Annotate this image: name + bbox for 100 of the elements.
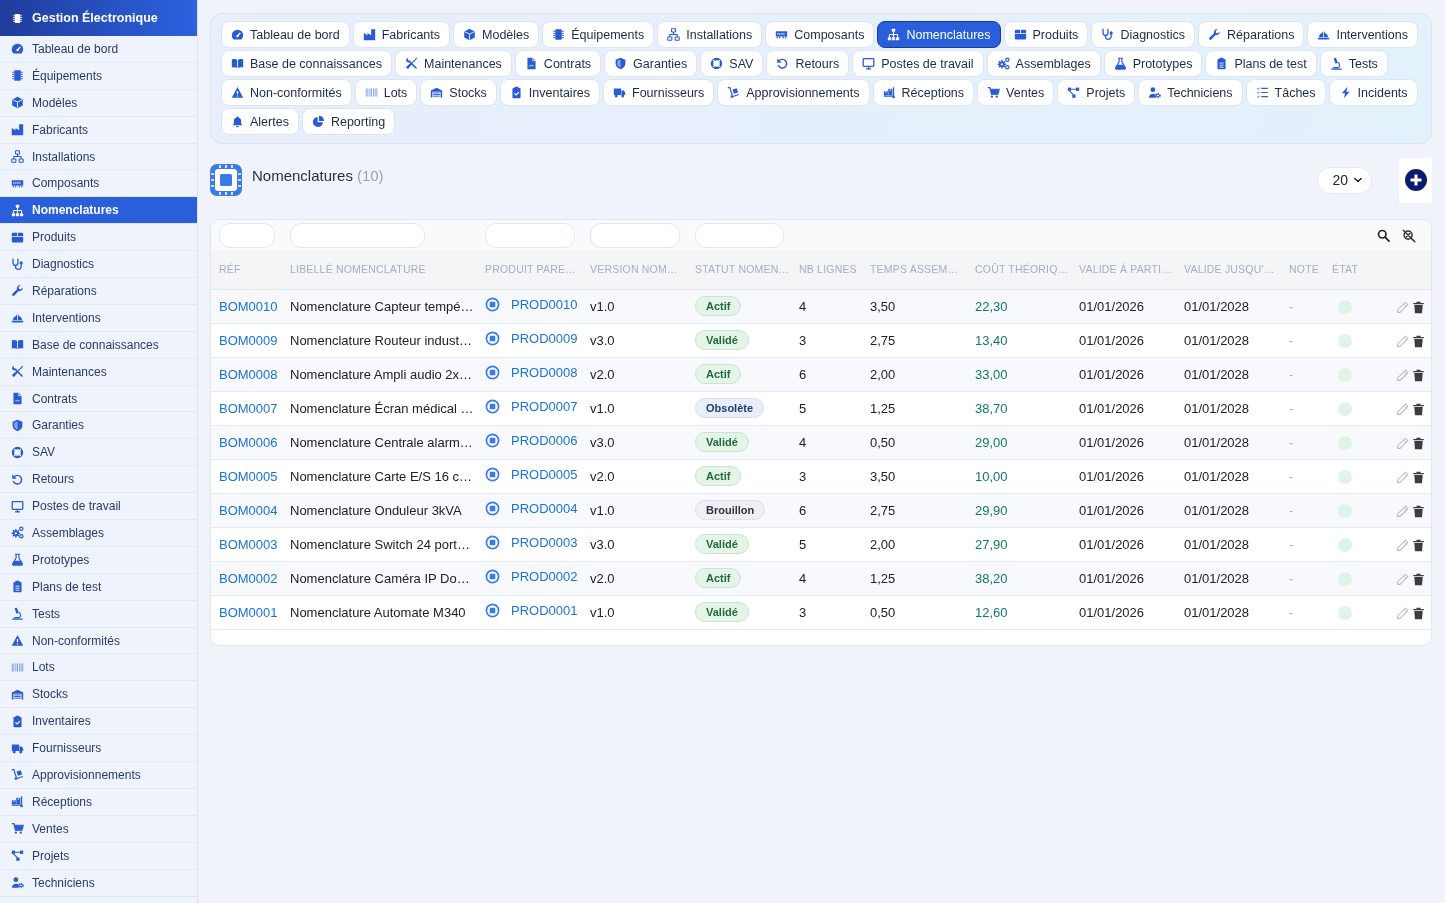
- sidebar-item[interactable]: Non-conformités: [0, 627, 197, 655]
- tab[interactable]: Réparations: [1198, 21, 1305, 48]
- sidebar-item[interactable]: Équipements: [0, 62, 197, 90]
- sidebar-item[interactable]: Diagnostics: [0, 251, 197, 278]
- tab[interactable]: Approvisionnements: [717, 79, 870, 106]
- sidebar-item[interactable]: Modèles: [0, 89, 197, 117]
- tab[interactable]: Reporting: [301, 108, 396, 135]
- trash-icon[interactable]: [1412, 606, 1425, 620]
- sidebar-item[interactable]: Nomenclatures: [0, 197, 197, 225]
- tab[interactable]: Prototypes: [1103, 50, 1203, 77]
- sidebar-item[interactable]: Tests: [0, 600, 197, 628]
- tab[interactable]: Alertes: [221, 108, 299, 135]
- sidebar-item[interactable]: Tableau de bord: [0, 36, 197, 63]
- tab[interactable]: Postes de travail: [852, 50, 984, 77]
- ref-link[interactable]: BOM0006: [219, 434, 278, 450]
- filter-input[interactable]: [219, 222, 275, 248]
- sidebar-item[interactable]: Postes de travail: [0, 493, 197, 521]
- sidebar-item[interactable]: Installations: [0, 143, 197, 171]
- tab[interactable]: Composants: [765, 21, 875, 48]
- tab[interactable]: Retours: [766, 50, 850, 77]
- sidebar-item[interactable]: SAV: [0, 439, 197, 467]
- sidebar-item[interactable]: Produits: [0, 224, 197, 252]
- sidebar-item[interactable]: Assemblages: [0, 520, 197, 547]
- tab[interactable]: Inventaires: [499, 79, 600, 106]
- tab[interactable]: Base de connaissances: [221, 50, 393, 77]
- tab[interactable]: Modèles: [453, 21, 540, 48]
- tab[interactable]: Maintenances: [395, 50, 512, 77]
- product-link[interactable]: PROD0005: [511, 467, 578, 482]
- tab[interactable]: Contrats: [514, 50, 602, 77]
- clear-search-icon[interactable]: [1402, 228, 1416, 243]
- tab[interactable]: Garanties: [604, 50, 698, 77]
- sidebar-item[interactable]: Projets: [0, 842, 197, 870]
- tab[interactable]: Équipements: [542, 21, 655, 48]
- tab[interactable]: Projets: [1057, 79, 1136, 106]
- tab[interactable]: Réceptions: [872, 79, 975, 106]
- sidebar-item[interactable]: Réparations: [0, 278, 197, 305]
- trash-icon[interactable]: [1412, 368, 1425, 382]
- ref-link[interactable]: BOM0004: [219, 502, 278, 518]
- tab[interactable]: Tableau de bord: [221, 21, 350, 48]
- sidebar-item[interactable]: Maintenances: [0, 358, 197, 386]
- filter-input[interactable]: [695, 222, 784, 248]
- tab[interactable]: Interventions: [1307, 21, 1418, 48]
- product-link[interactable]: PROD0010: [511, 297, 578, 312]
- page-size-select[interactable]: 20: [1317, 166, 1372, 194]
- trash-icon[interactable]: [1412, 572, 1425, 586]
- tab[interactable]: Non-conformités: [221, 79, 352, 106]
- sidebar-item[interactable]: Lots: [0, 654, 197, 682]
- tab[interactable]: Produits: [1003, 21, 1089, 48]
- product-link[interactable]: PROD0004: [511, 501, 578, 516]
- tab[interactable]: Techniciens: [1138, 79, 1243, 106]
- tab[interactable]: Nomenclatures: [877, 21, 1001, 48]
- tab[interactable]: Tâches: [1245, 79, 1326, 106]
- filter-input[interactable]: [290, 222, 425, 248]
- tab[interactable]: Fournisseurs: [603, 79, 715, 106]
- filter-input[interactable]: [590, 222, 680, 248]
- sidebar-item[interactable]: Plans de test: [0, 573, 197, 601]
- sidebar-item[interactable]: Approvisionnements: [0, 762, 197, 789]
- product-link[interactable]: PROD0009: [511, 331, 578, 346]
- sidebar-item[interactable]: Ventes: [0, 815, 197, 843]
- ref-link[interactable]: BOM0005: [219, 468, 278, 484]
- trash-icon[interactable]: [1412, 436, 1425, 450]
- ref-link[interactable]: BOM0001: [219, 604, 278, 620]
- sidebar-item[interactable]: Base de connaissances: [0, 331, 197, 359]
- ref-link[interactable]: BOM0007: [219, 400, 278, 416]
- filter-input[interactable]: [485, 222, 575, 248]
- product-link[interactable]: PROD0003: [511, 535, 578, 550]
- trash-icon[interactable]: [1412, 470, 1425, 484]
- tab[interactable]: SAV: [700, 50, 764, 77]
- trash-icon[interactable]: [1412, 504, 1425, 518]
- ref-link[interactable]: BOM0010: [219, 298, 278, 314]
- trash-icon[interactable]: [1412, 538, 1425, 552]
- tab[interactable]: Incidents: [1328, 79, 1418, 106]
- ref-link[interactable]: BOM0008: [219, 366, 278, 382]
- product-link[interactable]: PROD0006: [511, 433, 578, 448]
- sidebar-item[interactable]: Contrats: [0, 385, 197, 413]
- product-link[interactable]: PROD0007: [511, 399, 578, 414]
- ref-link[interactable]: BOM0002: [219, 570, 278, 586]
- tab[interactable]: Ventes: [977, 79, 1055, 106]
- sidebar-item[interactable]: Prototypes: [0, 546, 197, 574]
- tab[interactable]: Tests: [1319, 50, 1388, 77]
- sidebar-item[interactable]: Retours: [0, 466, 197, 494]
- product-link[interactable]: PROD0001: [511, 603, 578, 618]
- sidebar-item[interactable]: Garanties: [0, 412, 197, 440]
- search-icon[interactable]: [1377, 229, 1390, 243]
- sidebar-item[interactable]: Techniciens: [0, 869, 197, 897]
- tab[interactable]: Diagnostics: [1091, 21, 1195, 48]
- tab[interactable]: Plans de test: [1205, 50, 1317, 77]
- trash-icon[interactable]: [1412, 300, 1425, 314]
- tab[interactable]: Lots: [354, 79, 418, 106]
- tab[interactable]: Assemblages: [986, 50, 1101, 77]
- sidebar-item[interactable]: Inventaires: [0, 708, 197, 736]
- tab[interactable]: Installations: [657, 21, 763, 48]
- ref-link[interactable]: BOM0003: [219, 536, 278, 552]
- sidebar-item[interactable]: Interventions: [0, 304, 197, 332]
- product-link[interactable]: PROD0002: [511, 569, 578, 584]
- ref-link[interactable]: BOM0009: [219, 332, 278, 348]
- product-link[interactable]: PROD0008: [511, 365, 578, 380]
- tab[interactable]: Fabricants: [352, 21, 450, 48]
- sidebar-item[interactable]: Réceptions: [0, 788, 197, 816]
- tab[interactable]: Stocks: [420, 79, 497, 106]
